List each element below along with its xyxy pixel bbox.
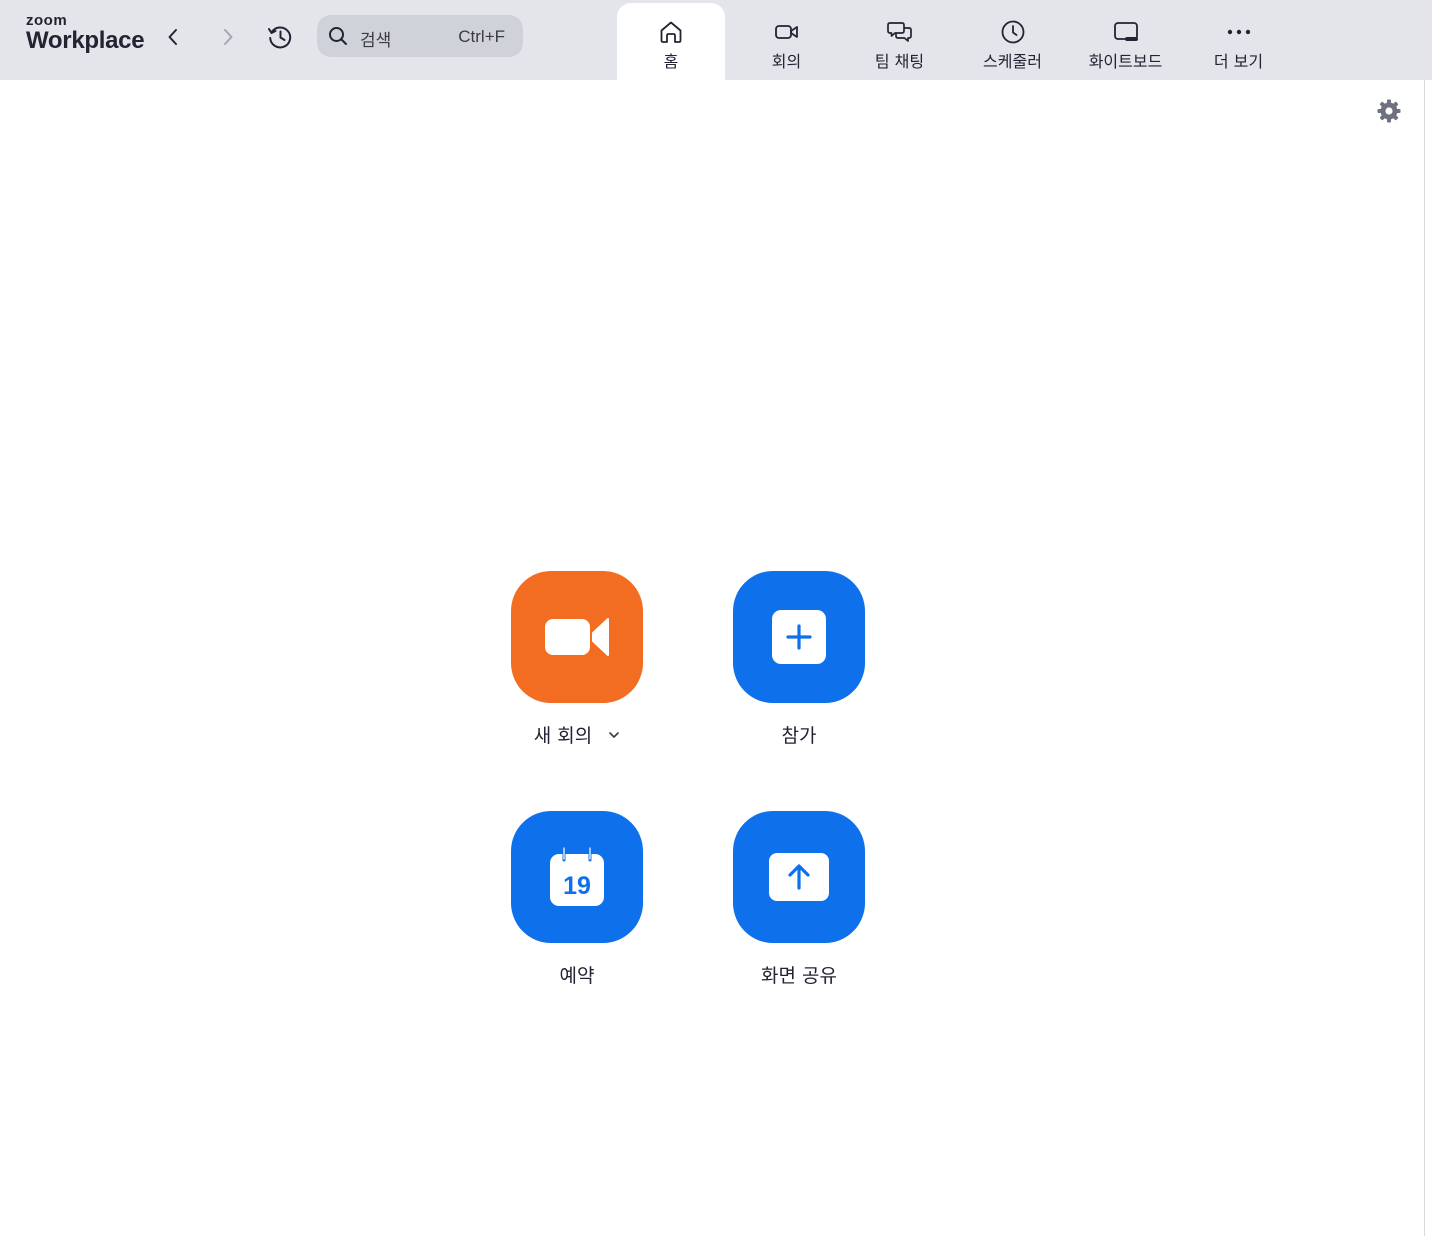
share-screen-action: 화면 공유 <box>733 811 865 988</box>
history-button[interactable] <box>265 20 295 54</box>
share-screen-arrow-icon <box>769 853 829 901</box>
new-meeting-label-row: 새 회의 <box>534 721 620 748</box>
new-meeting-options-button[interactable] <box>608 731 620 739</box>
search-icon <box>329 27 347 45</box>
home-icon <box>660 21 682 43</box>
chevron-right-icon <box>224 29 233 45</box>
schedule-button[interactable]: 19 <box>511 811 643 943</box>
tab-meetings[interactable]: 회의 <box>730 3 843 80</box>
main-tabs: 홈 회의 팀 채팅 스케줄러 화이트보드 더 보기 <box>617 3 1295 80</box>
more-dots-icon <box>1227 29 1250 35</box>
new-meeting-label: 새 회의 <box>533 725 593 747</box>
tab-home-label: 홈 <box>663 52 679 71</box>
schedule-action: 19 예약 <box>511 811 643 988</box>
tab-meetings-label: 회의 <box>771 52 802 71</box>
top-bar: zoom Workplace 검색 Ctrl+F 홈 회의 팀 채팅 스케줄러 … <box>0 0 1432 80</box>
join-button[interactable] <box>733 571 865 703</box>
clock-icon <box>1001 20 1024 44</box>
chevron-left-icon <box>168 29 177 45</box>
tab-home[interactable]: 홈 <box>617 3 725 80</box>
tab-team-chat[interactable]: 팀 채팅 <box>843 3 956 80</box>
tab-whiteboard-label: 화이트보드 <box>1088 52 1163 71</box>
tab-scheduler[interactable]: 스케줄러 <box>956 3 1069 80</box>
schedule-label: 예약 <box>559 965 595 987</box>
whiteboard-icon <box>1113 22 1138 41</box>
join-label: 참가 <box>781 725 817 747</box>
back-button[interactable] <box>158 20 188 54</box>
join-action: 참가 <box>733 571 865 748</box>
tab-team-chat-label: 팀 채팅 <box>874 52 925 71</box>
calendar-day: 19 <box>563 872 591 900</box>
tab-scheduler-label: 스케줄러 <box>983 52 1042 71</box>
new-meeting-action: 새 회의 <box>511 571 643 748</box>
gear-icon <box>1377 99 1401 123</box>
tab-more[interactable]: 더 보기 <box>1182 3 1295 80</box>
settings-button[interactable] <box>1374 96 1404 126</box>
forward-button[interactable] <box>213 20 243 54</box>
chat-bubbles-icon <box>886 22 912 42</box>
plus-icon <box>772 610 826 664</box>
app-logo: zoom Workplace <box>26 12 145 54</box>
video-camera-icon <box>774 25 798 39</box>
search-input[interactable]: 검색 Ctrl+F <box>317 15 523 57</box>
history-icon <box>268 26 292 49</box>
zoom-workplace-window: zoom Workplace 검색 Ctrl+F 홈 회의 팀 채팅 스케줄러 … <box>0 0 1432 1236</box>
calendar-icon: 19 <box>550 846 604 906</box>
search-placeholder: 검색 <box>360 31 392 51</box>
share-screen-button[interactable] <box>733 811 865 943</box>
logo-product: Workplace <box>26 27 145 54</box>
search-shortcut: Ctrl+F <box>458 27 505 46</box>
tab-whiteboard[interactable]: 화이트보드 <box>1069 3 1182 80</box>
chevron-down-icon <box>609 731 620 738</box>
video-camera-icon <box>545 618 609 656</box>
window-divider <box>1424 80 1425 1236</box>
tab-more-label: 더 보기 <box>1213 52 1264 71</box>
share-screen-label: 화면 공유 <box>761 965 837 987</box>
new-meeting-button[interactable] <box>511 571 643 703</box>
